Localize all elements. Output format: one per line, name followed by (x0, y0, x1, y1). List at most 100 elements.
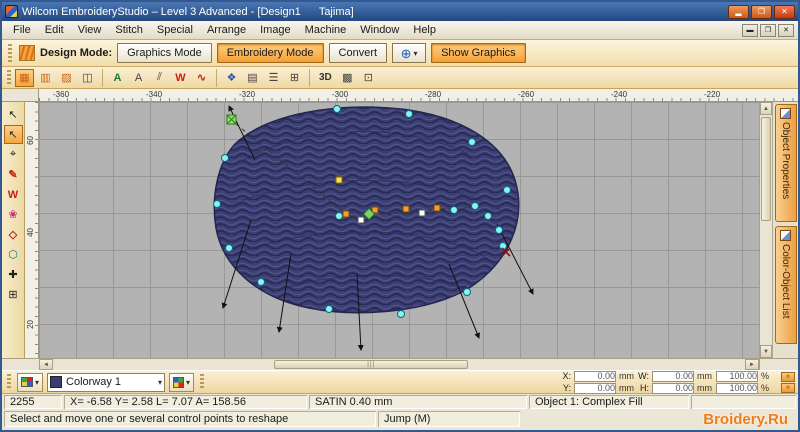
minimize-button[interactable]: ▂ (728, 4, 749, 19)
hint-bar: Select and move one or several control p… (2, 410, 798, 430)
w-field[interactable] (652, 370, 694, 382)
machine-format-globe-button[interactable]: ⊕ ▾ (392, 43, 427, 63)
entry-point-marker[interactable] (226, 114, 237, 125)
kerning-icon[interactable]: ⫽ (150, 69, 169, 87)
grid-tool[interactable]: ⊞ (4, 285, 23, 304)
status-bar: 2255 X= -6.58 Y= 2.58 L= 7.07 A= 158.56 … (2, 394, 798, 410)
embroidery-mode-button[interactable]: Embroidery Mode (216, 43, 324, 63)
monogram-icon[interactable]: A (129, 69, 148, 87)
chevron-down-icon: ▾ (186, 377, 191, 387)
menu-view[interactable]: View (71, 22, 109, 38)
watermark: Broidery.Ru (703, 410, 788, 428)
design-canvas[interactable] (39, 102, 759, 358)
ruler-row: -360 -340 -320 -300 -280 -260 -240 -220 (2, 89, 798, 102)
scale-h-field[interactable] (716, 382, 758, 394)
menu-image[interactable]: Image (253, 22, 298, 38)
menu-special[interactable]: Special (150, 22, 200, 38)
scroll-right-button[interactable]: ► (745, 359, 759, 370)
palette-icon (21, 377, 33, 387)
show-graphics-button[interactable]: Show Graphics (431, 43, 526, 63)
colorway-swatch (50, 376, 63, 388)
satin-fill-icon[interactable]: ▥ (36, 69, 55, 87)
motif-fill-icon[interactable]: ▨ (57, 69, 76, 87)
horizontal-scroll-thumb[interactable]: ||| (274, 360, 469, 369)
colorway-select[interactable]: Colorway 1 ▾ (47, 372, 166, 392)
ruler-label: -280 (425, 90, 442, 99)
add-node-tool[interactable]: ✚ (4, 265, 23, 284)
horizontal-ruler: -360 -340 -320 -300 -280 -260 -240 -220 (39, 89, 798, 101)
motif-run-icon[interactable]: ∿ (192, 69, 211, 87)
thread-colors-button[interactable]: ▾ (169, 372, 195, 392)
menu-arrange[interactable]: Arrange (200, 22, 253, 38)
toolbar-grip[interactable] (7, 70, 11, 85)
ruler-label: -300 (332, 90, 349, 99)
chevron-down-icon: ▾ (413, 48, 418, 58)
menu-machine[interactable]: Machine (298, 22, 354, 38)
scroll-down-button[interactable]: ▼ (760, 345, 772, 358)
right-panel-tabs: Object Properties Color-Object List (772, 102, 798, 358)
menu-file[interactable]: File (6, 22, 38, 38)
menu-help[interactable]: Help (406, 22, 443, 38)
hoop-toggle-icon[interactable]: ⊡ (359, 69, 378, 87)
ruler-label: 60 (26, 136, 35, 145)
h-field[interactable] (652, 382, 694, 394)
convert-button[interactable]: Convert (328, 43, 388, 63)
close-button[interactable]: ✕ (774, 4, 795, 19)
colorway-name: Colorway 1 (66, 376, 122, 388)
toolbar-grip[interactable] (8, 43, 12, 63)
scroll-left-button[interactable]: ◄ (39, 359, 53, 370)
maximize-button[interactable]: ❐ (751, 4, 772, 19)
vertical-scroll-thumb[interactable] (761, 117, 771, 221)
pointer-position: X= -6.58 Y= 2.58 L= 7.07 A= 158.56 (64, 395, 307, 409)
3d-view-button[interactable]: 3D (315, 72, 336, 83)
colorway-menu-button[interactable]: ▾ (17, 372, 44, 392)
column-stitch-icon[interactable]: ▤ (243, 69, 262, 87)
vertical-ruler: 60 40 20 (25, 102, 39, 358)
app-icon (5, 5, 18, 18)
scroll-up-button[interactable]: ▲ (760, 102, 772, 115)
reshape-tool[interactable]: ↖ (3, 125, 23, 144)
star-fill-icon[interactable]: ❖ (222, 69, 241, 87)
horizontal-scroll-track[interactable]: ||| (53, 359, 745, 370)
select-tool[interactable]: ↖ (4, 105, 23, 124)
x-field[interactable] (574, 370, 616, 382)
toolbar-grip[interactable] (7, 374, 11, 390)
app-window: Wilcom EmbroideryStudio – Level 3 Advanc… (0, 0, 800, 432)
selected-node-handle[interactable] (335, 176, 343, 184)
mdi-close-button[interactable]: ✕ (778, 23, 794, 37)
menu-stitch[interactable]: Stitch (108, 22, 150, 38)
pen-digitize-tool[interactable]: ✎ (4, 165, 23, 184)
tab-object-properties[interactable]: Object Properties (774, 104, 797, 222)
lettering-tool[interactable]: W (4, 185, 23, 204)
mdi-minimize-button[interactable]: ▬ (742, 23, 758, 37)
polygon-tool[interactable]: ⬡ (4, 245, 23, 264)
vertical-scroll-track[interactable] (760, 115, 772, 345)
texture-view-icon[interactable]: ▩ (338, 69, 357, 87)
menu-window[interactable]: Window (353, 22, 406, 38)
stitch-count: 2255 (4, 395, 62, 409)
stitch-list-icon[interactable]: ☰ (264, 69, 283, 87)
scale-w-field[interactable] (716, 370, 758, 382)
title-bar: Wilcom EmbroideryStudio – Level 3 Advanc… (2, 2, 798, 21)
toolbar-separator (216, 68, 217, 87)
stitch-edit-tool[interactable]: ⌖ (4, 145, 23, 164)
toolbar-grip[interactable] (200, 374, 205, 390)
toolbar-overflow-button[interactable]: » (781, 371, 795, 382)
tab-color-object-list[interactable]: Color-Object List (774, 226, 797, 344)
globe-icon: ⊕ (400, 45, 412, 61)
y-field[interactable] (574, 382, 616, 394)
mdi-restore-button[interactable]: ❐ (760, 23, 776, 37)
toolbar-overflow-button[interactable]: » (781, 382, 795, 393)
run-stitch-icon[interactable]: W (171, 69, 190, 87)
menu-edit[interactable]: Edit (38, 22, 71, 38)
shape-tool[interactable]: ◇ (4, 225, 23, 244)
embroidery-design[interactable] (39, 102, 759, 358)
tatami-fill-icon[interactable]: ▦ (15, 68, 34, 87)
graphics-mode-button[interactable]: Graphics Mode (117, 43, 212, 63)
vertical-scrollbar[interactable]: ▲ ▼ (759, 102, 772, 358)
contour-fill-icon[interactable]: ◫ (78, 69, 97, 87)
motif-tool[interactable]: ❀ (4, 205, 23, 224)
lettering-icon[interactable]: A (108, 69, 127, 87)
grid-toggle-icon[interactable]: ⊞ (285, 69, 304, 87)
horizontal-scrollbar[interactable]: ◄ ||| ► (2, 358, 798, 370)
